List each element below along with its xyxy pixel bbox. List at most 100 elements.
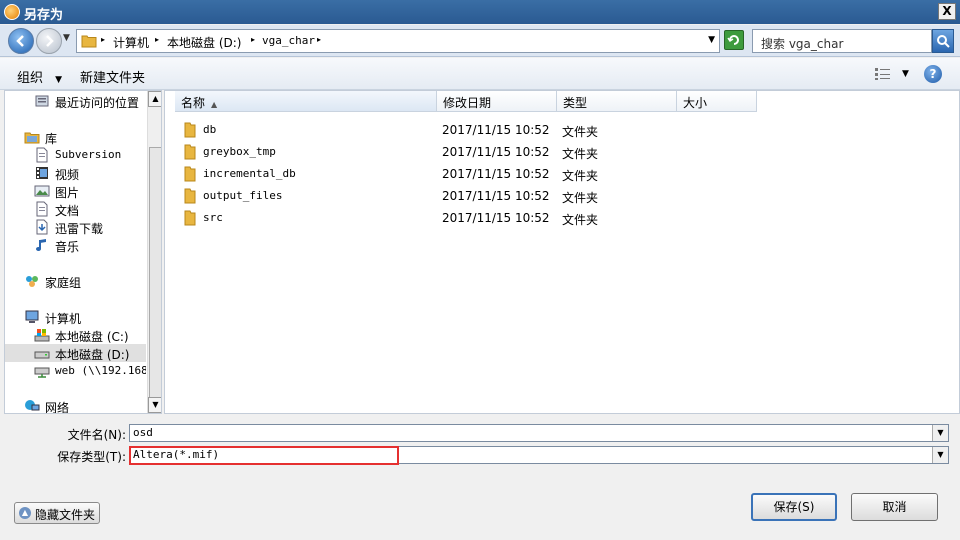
nav-item-label: 图片 [55,186,80,200]
filename-value: osd [133,426,153,439]
close-button[interactable]: X [938,3,956,20]
nav-scrollbar[interactable]: ▲ ▼ [147,91,161,413]
nav-item-web-share[interactable]: web (\\192.168. [5,362,146,380]
file-date: 2017/11/15 10:52 [442,123,550,137]
chevron-up-icon: ▲ [19,507,31,519]
file-row[interactable]: incremental_db 2017/11/15 10:52 文件夹 [165,163,959,185]
computer-icon [25,310,39,323]
nav-item-label: 库 [45,132,58,146]
filename-input[interactable]: osd ▼ [129,424,949,442]
file-name: src [203,211,223,224]
view-options-icon[interactable] [874,67,892,81]
hide-folders-button[interactable]: ▲ 隐藏文件夹 [14,502,100,524]
nav-item-video[interactable]: 视频 [5,164,146,182]
file-name: greybox_tmp [203,145,276,158]
save-button[interactable]: 保存(S) [751,493,837,521]
breadcrumb-separator-icon[interactable]: ▸ [317,35,321,44]
breadcrumb-computer[interactable]: 计算机 [113,34,149,51]
file-row[interactable]: output_files 2017/11/15 10:52 文件夹 [165,185,959,207]
nav-item-drive-c[interactable]: 本地磁盘 (C:) [5,326,146,344]
address-row: ▼ ▸ 计算机 ▸ 本地磁盘 (D:) ▸ vga_char ▸ ▼ 搜索 vg… [0,25,960,57]
nav-item-recent-places[interactable]: 最近访问的位置 [5,92,146,110]
title-bar: 另存为 X [0,0,960,24]
file-row[interactable]: src 2017/11/15 10:52 文件夹 [165,207,959,229]
scroll-up-icon[interactable]: ▲ [148,91,161,107]
file-name: output_files [203,189,283,202]
folder-icon [184,188,196,204]
nav-item-computer[interactable]: 计算机 [5,308,146,326]
music-icon [36,239,46,251]
arrow-right-icon [46,35,54,47]
forward-button[interactable] [36,28,62,54]
nav-item-label: 本地磁盘 (C:) [55,330,129,344]
file-date: 2017/11/15 10:52 [442,211,550,225]
nav-item-homegroup[interactable]: 家庭组 [5,272,146,290]
refresh-button[interactable] [724,30,744,50]
breadcrumb-separator-icon[interactable]: ▸ [101,35,105,44]
column-header-type[interactable]: 类型 [557,91,677,112]
nav-item-pictures[interactable]: 图片 [5,182,146,200]
filetype-highlight [129,446,399,465]
back-button[interactable] [8,28,34,54]
nav-item-network[interactable]: 网络 [5,397,146,414]
file-date: 2017/11/15 10:52 [442,145,550,159]
breadcrumb-separator-icon[interactable]: ▸ [155,35,159,44]
chevron-down-icon: ▼ [55,75,63,85]
nav-item-label: web (\\192.168. [55,364,146,377]
view-dropdown-icon[interactable]: ▼ [902,69,909,79]
column-header-size[interactable]: 大小 [677,91,757,112]
nav-item-label: Subversion [55,148,122,161]
nav-item-subversion[interactable]: Subversion [5,146,146,164]
breadcrumb-vga-char[interactable]: vga_char [262,34,315,47]
column-header-date[interactable]: 修改日期 [437,91,557,112]
new-folder-button[interactable]: 新建文件夹 [80,67,145,86]
file-name: incremental_db [203,167,296,180]
search-input[interactable]: 搜索 vga_char [752,29,932,53]
homegroup-icon [26,276,38,287]
scroll-down-icon[interactable]: ▼ [148,397,161,413]
help-icon[interactable]: ? [924,65,942,83]
address-dropdown-icon[interactable]: ▼ [708,35,715,45]
nav-item-documents[interactable]: 文档 [5,200,146,218]
filename-label: 文件名(N): [67,428,126,442]
sort-ascending-icon: ▲ [211,100,218,109]
nav-item-label: 文档 [55,204,80,218]
cancel-button[interactable]: 取消 [851,493,938,521]
file-row[interactable]: db 2017/11/15 10:52 文件夹 [165,119,959,141]
filename-dropdown-icon[interactable]: ▼ [932,425,948,441]
history-dropdown-icon[interactable]: ▼ [63,33,70,43]
search-icon [937,35,950,48]
document-icon [36,147,48,163]
breadcrumb-drive-d[interactable]: 本地磁盘 (D:) [167,34,241,51]
network-drive-icon [34,367,50,378]
drive-icon [34,329,50,342]
nav-item-label: 最近访问的位置 [55,96,140,110]
nav-item-music[interactable]: 音乐 [5,236,146,254]
app-icon [4,4,20,20]
search-button[interactable] [932,29,954,53]
organize-menu[interactable]: 组织 ▼ [17,67,62,86]
navigation-pane: 最近访问的位置 库 Subversion 视频 图片 文档 迅雷下载 音乐 家庭… [4,90,162,414]
filetype-dropdown-icon[interactable]: ▼ [932,447,948,463]
file-type: 文件夹 [562,169,599,183]
file-list: 名称 ▲ 修改日期 类型 大小 db 2017/11/15 10:52 文件夹 g… [164,90,960,414]
library-icon [24,132,40,144]
file-row[interactable]: greybox_tmp 2017/11/15 10:52 文件夹 [165,141,959,163]
scroll-thumb[interactable] [149,147,161,401]
nav-item-library[interactable]: 库 [5,128,146,146]
folder-icon [184,122,196,138]
breadcrumb-separator-icon[interactable]: ▸ [251,35,255,44]
file-name: db [203,123,217,136]
address-bar[interactable]: ▸ 计算机 ▸ 本地磁盘 (D:) ▸ vga_char ▸ ▼ [76,29,720,53]
file-type: 文件夹 [562,147,599,161]
nav-item-label: 音乐 [55,240,80,254]
organize-label: 组织 [17,71,44,86]
nav-item-thunder-download[interactable]: 迅雷下载 [5,218,146,236]
file-type: 文件夹 [562,191,599,205]
file-type: 文件夹 [562,213,599,227]
download-icon [36,219,48,235]
column-header-name[interactable]: 名称 ▲ [175,91,437,112]
recent-places-icon [35,95,49,107]
nav-item-label: 网络 [45,401,70,414]
nav-item-drive-d[interactable]: 本地磁盘 (D:) [5,344,146,362]
